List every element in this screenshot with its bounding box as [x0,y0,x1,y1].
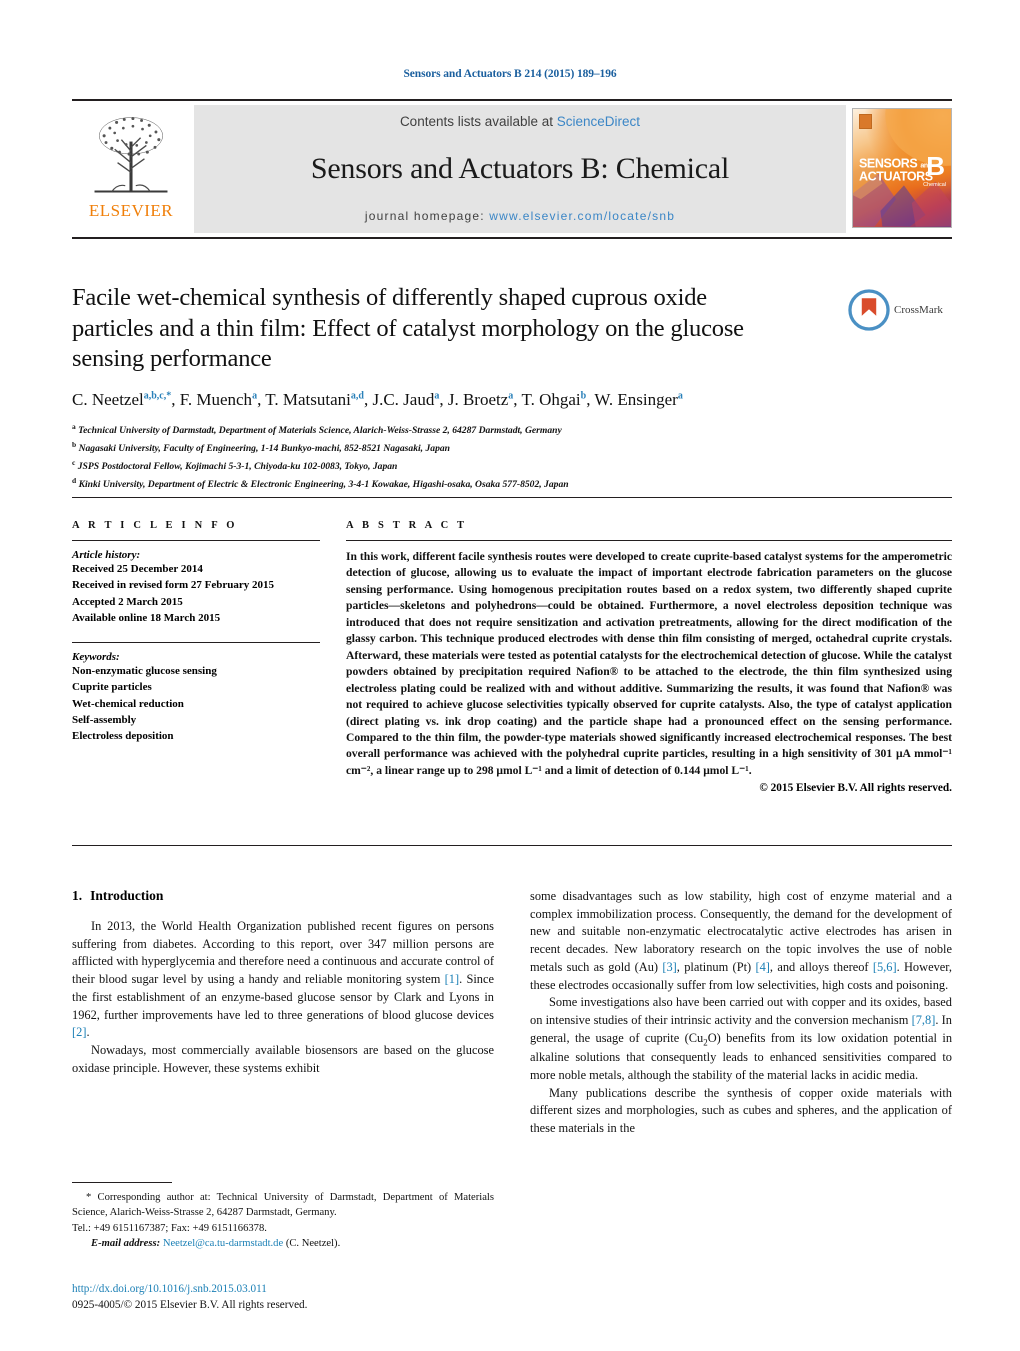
elsevier-tree-icon [94,116,168,193]
paragraph: Many publications describe the synthesis… [530,1085,952,1136]
abstract-heading: A B S T R A C T [346,520,468,531]
keyword-item: Self-assembly [72,713,137,726]
affiliation-item: d Kinki University, Department of Electr… [72,476,569,491]
author-entry: T. Matsutania,d [265,389,364,409]
affiliation-item: b Nagasaki University, Faculty of Engine… [72,440,450,455]
crossmark-icon [848,289,890,331]
keyword-item: Electroless deposition [72,730,174,743]
footnote-divider [72,1182,172,1183]
divider-above-info [72,497,952,498]
contents-prefix: Contents lists available at [399,114,557,129]
abstract-copyright: © 2015 Elsevier B.V. All rights reserved… [759,782,952,795]
history-item: Accepted 2 March 2015 [72,595,183,608]
author-entry: J.C. Jauda [372,389,440,409]
footnote-tel: Tel.: +49 6151167387; Fax: +49 615116637… [72,1222,267,1234]
homepage-prefix: journal homepage: [364,209,490,223]
keywords-block: Keywords: Non-enzymatic glucose sensing … [72,642,320,744]
footnote-corresponding: Corresponding author at: Technical Unive… [72,1192,494,1219]
masthead-center-panel: Contents lists available at ScienceDirec… [194,105,846,233]
cover-line1: SENSORS [859,156,918,171]
citation-ref[interactable]: [1] [445,972,459,986]
running-head: Sensors and Actuators B 214 (2015) 189–1… [403,68,617,80]
abstract-text: In this work, different facile synthesis… [346,550,952,777]
abstract-column: A B S T R A C T In this work, different … [346,520,952,794]
journal-homepage-link[interactable]: www.elsevier.com/locate/snb [489,209,675,223]
footnote-email-label: E-mail address: [91,1238,161,1250]
author-entry: F. Muencha [179,389,258,409]
keyword-item: Wet-chemical reduction [72,697,184,710]
footnote-email-owner: (C. Neetzel). [285,1238,341,1250]
corresponding-author-footnote: * Corresponding author at: Technical Uni… [72,1182,494,1251]
article-title: Facile wet-chemical synthesis of differe… [72,284,744,373]
body-column-left: 1. Introduction In 2013, the World Health… [72,888,494,1138]
sciencedirect-link[interactable]: ScienceDirect [557,114,640,129]
divider-below-abstract [72,845,952,846]
footnote-star: * [86,1192,92,1203]
body-column-right: some disadvantages such as low stability… [530,888,952,1138]
history-item: Received in revised form 27 February 201… [72,579,275,592]
paragraph: some disadvantages such as low stability… [530,889,952,992]
cover-series-sub: Chemical [923,182,946,189]
cover-series-letter: B [926,150,945,181]
affiliation-text: JSPS Postdoctoral Fellow, Kojimachi 5-3-… [77,461,398,473]
citation-ref[interactable]: [3] [662,960,676,974]
paragraph: Some investigations also have been carri… [530,995,953,1082]
author-entry: W. Ensingera [594,389,683,409]
history-item: Received 25 December 2014 [72,563,203,575]
journal-masthead: ELSEVIER Contents lists available at Sci… [72,99,952,239]
issn-copyright-line: 0925-4005/© 2015 Elsevier B.V. All right… [72,1299,308,1312]
paragraph: In 2013, the World Health Organization p… [72,919,494,1040]
body-columns: 1. Introduction In 2013, the World Health… [72,888,952,1138]
cover-elsevier-mark [859,114,872,129]
article-page: Sensors and Actuators B 214 (2015) 189–1… [0,0,1020,1351]
history-item: Available online 18 March 2015 [72,611,221,624]
footnote-text: * Corresponding author at: Technical Uni… [72,1190,494,1251]
keywords-label: Keywords: [72,651,120,664]
doi-link[interactable]: http://dx.doi.org/10.1016/j.snb.2015.03.… [72,1281,494,1297]
affiliation-list: a Technical University of Darmstadt, Dep… [72,421,952,493]
affiliation-item: c JSPS Postdoctoral Fellow, Kojimachi 5-… [72,458,398,473]
article-info-column: A R T I C L E I N F O Article history: R… [72,520,320,794]
crossmark-badge[interactable]: CrossMark [848,286,952,334]
section-heading-text: Introduction [90,888,164,903]
author-entry: C. Neetzela,b,c,* [72,389,172,409]
affiliation-text: Technical University of Darmstadt, Depar… [78,425,562,437]
citation-ref[interactable]: [7,8] [912,1013,936,1027]
author-entry: T. Ohgaib [521,389,587,409]
paragraph: Nowadays, most commercially available bi… [72,1043,494,1075]
journal-title: Sensors and Actuators B: Chemical [310,152,730,185]
section-title-introduction: 1. Introduction [72,888,494,904]
author-entry: J. Broetza [447,389,514,409]
affiliation-item: a Technical University of Darmstadt, Dep… [72,421,562,437]
citation-ref[interactable]: [5,6] [873,960,897,974]
elsevier-wordmark: ELSEVIER [88,201,174,220]
article-info-heading: A R T I C L E I N F O [72,520,238,531]
author-list: C. Neetzela,b,c,*, F. Muencha, T. Matsut… [72,389,683,409]
journal-homepage-line: journal homepage: www.elsevier.com/locat… [365,209,675,223]
contents-available-line: Contents lists available at ScienceDirec… [400,114,640,129]
keyword-item: Non-enzymatic glucose sensing [72,665,217,678]
journal-cover-thumbnail[interactable]: SENSORS and ACTUATORS B Chemical [852,106,952,234]
article-history-label: Article history: [72,549,141,561]
section-number: 1. [72,888,83,903]
footer-doi-block: http://dx.doi.org/10.1016/j.snb.2015.03.… [72,1281,494,1313]
affiliation-text: Nagasaki University, Faculty of Engineer… [78,443,450,455]
keywords-list: Non-enzymatic glucose sensing Cuprite pa… [72,663,320,744]
citation-ref[interactable]: [4] [755,960,769,974]
crossmark-label: CrossMark [894,304,943,316]
citation-ref[interactable]: [2] [72,1025,86,1039]
title-block: Facile wet-chemical synthesis of differe… [72,283,952,493]
footnote-email-link[interactable]: Neetzel@ca.tu-darmstadt.de [163,1238,283,1249]
elsevier-logo: ELSEVIER [72,103,190,237]
affiliation-text: Kinki University, Department of Electric… [78,479,569,491]
article-history-list: Received 25 December 2014 Received in re… [72,561,320,626]
keyword-item: Cuprite particles [72,681,152,694]
info-abstract-section: A R T I C L E I N F O Article history: R… [72,520,952,794]
